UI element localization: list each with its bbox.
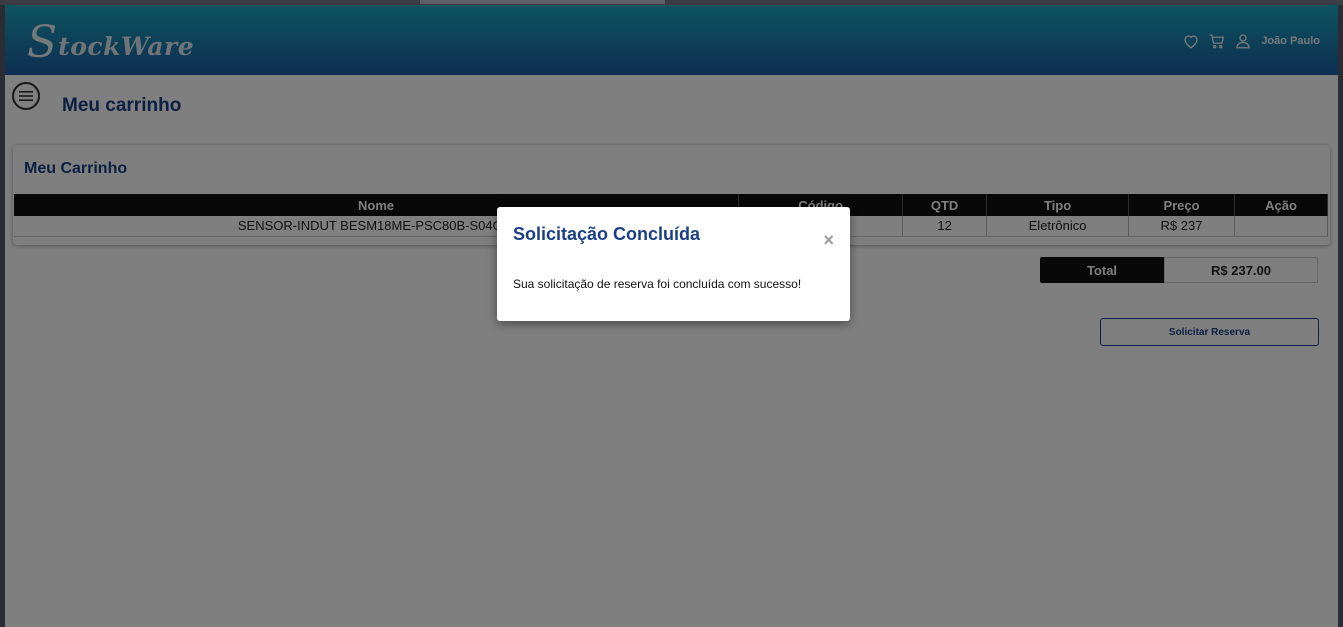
modal-title: Solicitação Concluída (513, 224, 701, 244)
app-window: S tockWare João Paulo Meu carrinho Meu C… (5, 5, 1338, 627)
modal-message: Sua solicitação de reserva foi concluída… (513, 277, 802, 291)
success-modal: Solicitação Concluída × Sua solicitação … (497, 207, 850, 321)
close-icon[interactable]: × (823, 231, 834, 249)
browser-tab-highlight (420, 0, 665, 4)
